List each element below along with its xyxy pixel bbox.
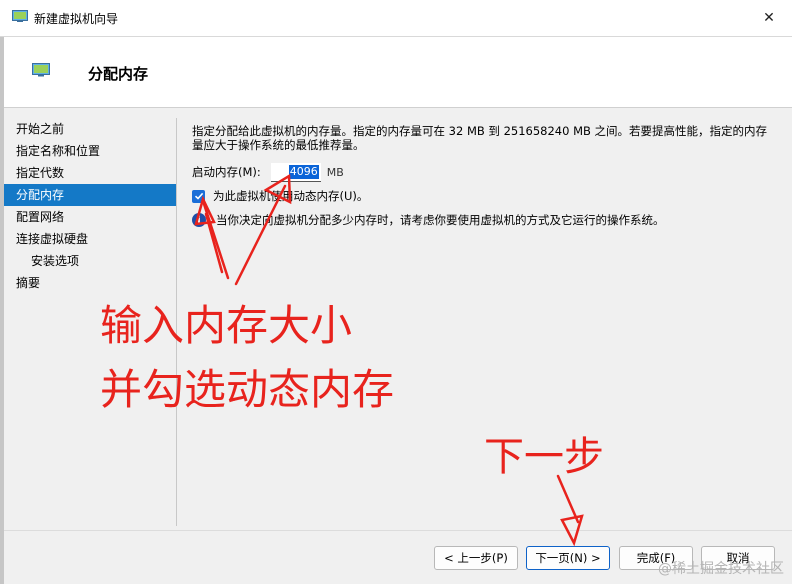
annotation-check-dynamic: 并勾选动态内存 xyxy=(100,365,395,414)
annotation-enter-memory: 输入内存大小 xyxy=(100,301,353,350)
arrow-to-next-button xyxy=(556,474,580,524)
arrow-to-checkbox-head xyxy=(194,195,216,226)
watermark: @稀土掘金技术社区 xyxy=(658,561,784,577)
annotation-next-step: 下一步 xyxy=(484,434,604,480)
arrow-to-next-button-head xyxy=(560,514,584,547)
arrow-to-memory-input xyxy=(234,184,287,286)
